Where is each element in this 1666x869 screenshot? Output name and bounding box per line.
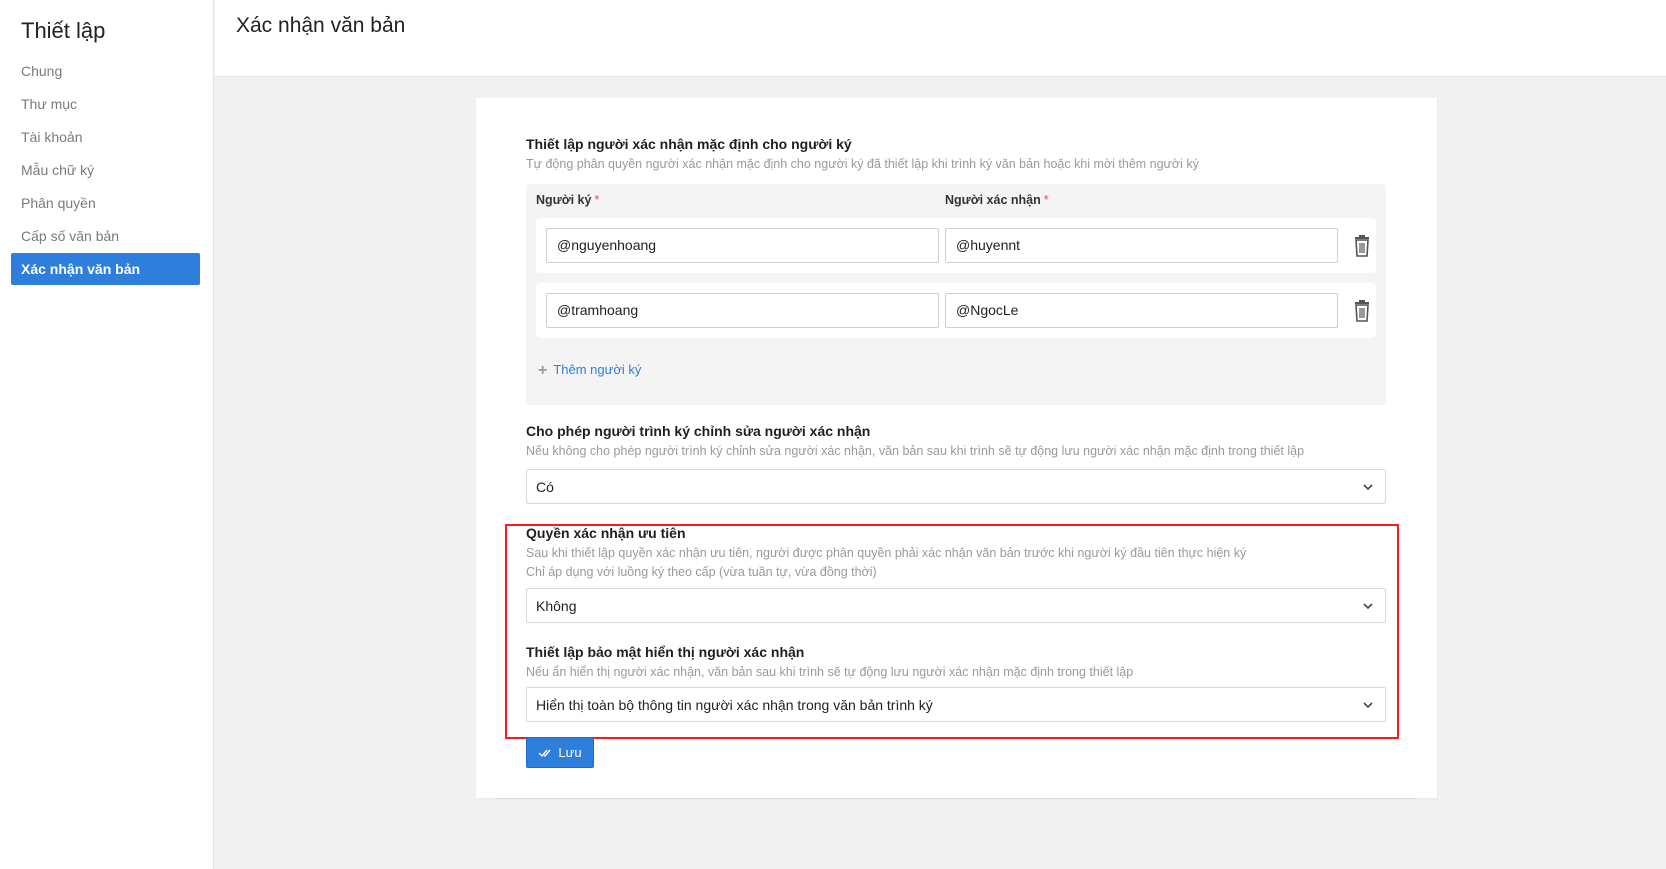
chevron-down-icon — [1363, 702, 1373, 709]
sidebar-item-mau-chu-ky[interactable]: Mẫu chữ ký — [11, 154, 200, 186]
add-signer-button[interactable]: + Thêm người ký — [538, 362, 641, 380]
confirmer-column-header: Người xác nhận * — [945, 193, 1049, 207]
allow-edit-description: Nếu không cho phép người trình ký chỉnh … — [526, 444, 1305, 458]
confirmer-table: Người ký * Người xác nhận * @nguyenhoang @… — [526, 184, 1386, 405]
privacy-select[interactable]: Hiển thị toàn bộ thông tin người xác nhậ… — [526, 687, 1386, 722]
page-header: Xác nhận văn bản — [215, 0, 1666, 77]
allow-edit-title: Cho phép người trình ký chỉnh sửa người … — [526, 423, 871, 439]
signer-column-header: Người ký * — [536, 193, 600, 207]
required-mark: * — [1043, 193, 1049, 207]
allow-edit-select[interactable]: Có — [526, 469, 1386, 504]
default-confirmer-description: Tự động phân quyền người xác nhận mặc đị… — [526, 157, 1199, 171]
signer-input[interactable]: @tramhoang — [546, 293, 939, 328]
save-button[interactable]: Lưu — [526, 737, 594, 768]
privacy-description: Nếu ẩn hiển thị người xác nhận, văn bản … — [526, 665, 1134, 679]
priority-select[interactable]: Không — [526, 588, 1386, 623]
chevron-down-icon — [1363, 603, 1373, 610]
sidebar-item-phan-quyen[interactable]: Phân quyền — [11, 187, 200, 219]
double-check-icon — [538, 749, 551, 758]
plus-icon: + — [538, 362, 548, 379]
privacy-title: Thiết lập bảo mật hiển thị người xác nhậ… — [526, 644, 805, 660]
page-title: Xác nhận văn bản — [236, 14, 406, 37]
sidebar-title: Thiết lập — [21, 18, 106, 43]
card-bottom-divider — [496, 798, 1417, 799]
confirmer-input[interactable]: @NgocLe — [945, 293, 1338, 328]
sidebar-item-xac-nhan-van-ban[interactable]: Xác nhận văn bản — [11, 253, 200, 285]
signer-input[interactable]: @nguyenhoang — [546, 228, 939, 263]
allow-edit-selected: Có — [536, 479, 554, 495]
chevron-down-icon — [1363, 484, 1373, 491]
priority-description-1: Sau khi thiết lập quyền xác nhận ưu tiên… — [526, 546, 1247, 560]
priority-title: Quyền xác nhận ưu tiên — [526, 525, 686, 541]
table-row: @nguyenhoang @huyennt — [536, 218, 1376, 273]
sidebar: Thiết lập Chung Thư mục Tài khoản Mẫu ch… — [0, 0, 214, 869]
sidebar-item-cap-so-van-ban[interactable]: Cấp số văn bản — [11, 220, 200, 252]
settings-card: Thiết lập người xác nhận mặc định cho ng… — [476, 98, 1437, 798]
confirmer-input[interactable]: @huyennt — [945, 228, 1338, 263]
default-confirmer-title: Thiết lập người xác nhận mặc định cho ng… — [526, 136, 852, 152]
table-row: @tramhoang @NgocLe — [536, 283, 1376, 338]
priority-description-2: Chỉ áp dụng với luồng ký theo cấp (vừa t… — [526, 565, 877, 579]
sidebar-item-tai-khoan[interactable]: Tài khoản — [11, 121, 200, 153]
trash-icon[interactable] — [1353, 235, 1371, 257]
sidebar-item-thu-muc[interactable]: Thư mục — [11, 88, 200, 120]
priority-selected: Không — [536, 598, 577, 614]
trash-icon[interactable] — [1353, 300, 1371, 322]
required-mark: * — [594, 193, 600, 207]
privacy-selected: Hiển thị toàn bộ thông tin người xác nhậ… — [536, 697, 933, 713]
sidebar-item-chung[interactable]: Chung — [11, 55, 200, 87]
